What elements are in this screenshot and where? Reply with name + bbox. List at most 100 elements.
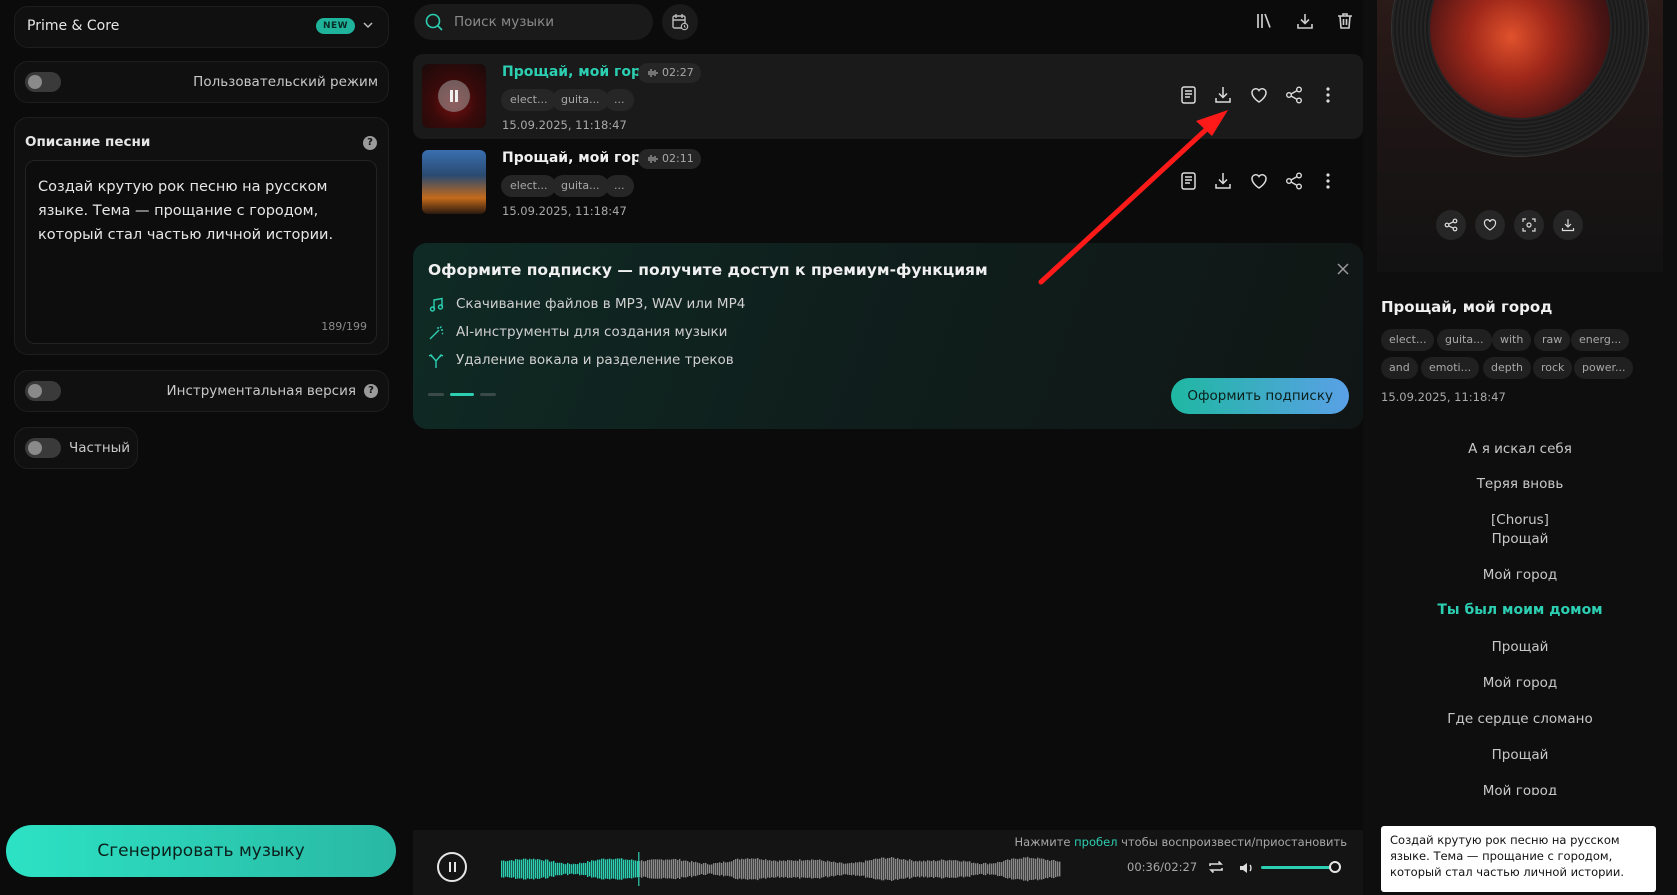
tag-chip[interactable]: elect... [501,89,557,111]
tag-chip[interactable]: emoti... [1421,357,1480,379]
chevron-down-icon[interactable] [362,19,374,31]
carousel-dot[interactable] [480,393,496,396]
waveform-bar [873,859,875,879]
lyric-line: Мой город [1482,567,1558,583]
tag-chip[interactable]: rock [1533,357,1573,379]
waveform-seekbar[interactable] [501,852,1101,886]
carousel-dot[interactable] [450,393,474,396]
waveform-bar [1009,860,1011,878]
waveform-bar [865,860,867,878]
carousel-dot[interactable] [428,393,444,396]
lyric-line: Прощай [1491,639,1549,655]
custom-mode-toggle[interactable] [25,72,61,92]
share-icon[interactable] [1436,210,1466,240]
waveform-bar [1059,861,1061,877]
waveform-bar [529,858,531,880]
waveform-bar [725,862,727,876]
more-icon[interactable] [1318,85,1338,105]
lyrics-icon[interactable] [1179,171,1199,191]
waveform-bar [681,861,683,878]
waveform-bar [569,863,571,874]
search-bar [414,4,653,40]
more-icon[interactable] [1318,171,1338,191]
date-filter-button[interactable] [662,4,698,40]
help-icon[interactable]: ? [363,136,377,150]
share-icon[interactable] [1284,85,1304,105]
volume-slider-knob[interactable] [1329,861,1341,873]
trash-icon[interactable] [1336,12,1354,30]
heart-icon[interactable] [1475,210,1505,240]
waveform-bar [525,858,527,880]
track-cover[interactable] [422,150,486,214]
share-icon[interactable] [1284,171,1304,191]
waveform-bar [897,858,899,880]
waveform-bar [735,859,737,879]
vinyl-disc [1392,0,1648,156]
calendar-icon [672,14,689,31]
close-icon[interactable] [1337,263,1349,275]
tag-chip[interactable]: elect... [501,175,557,197]
track-date: 15.09.2025, 11:18:47 [502,118,627,132]
download-icon[interactable] [1553,210,1583,240]
waveform-bar [795,860,797,878]
play-pause-button[interactable] [437,852,467,882]
track-item[interactable]: Прощай, мой город 02:11 elect... guita..… [413,140,1363,225]
waveform-bar [671,859,673,879]
waveform-bar [967,861,969,877]
model-selector[interactable]: Prime & Core NEW [14,6,389,48]
lyrics-panel: А я искал себя Теряя вновь [Chorus] Прощ… [1377,430,1663,795]
tag-chip[interactable]: with [1492,329,1532,351]
waveform-bar [651,859,653,879]
tag-chip[interactable]: and [1381,357,1418,379]
private-toggle[interactable] [25,438,61,458]
waveform-bar [901,859,903,879]
heart-icon[interactable] [1249,85,1269,105]
generate-music-button[interactable]: Сгенерировать музыку [6,825,396,877]
waveform-bar [691,860,693,878]
tag-chip[interactable]: elect... [1381,329,1435,351]
search-input[interactable] [454,12,644,32]
lyric-line: Прощай [1491,531,1549,547]
waveform-bar [563,863,565,875]
waveform-bar [739,859,741,879]
subscribe-button[interactable]: Оформить подписку [1171,378,1349,414]
waveform-bar [933,860,935,878]
description-text[interactable]: Создай крутую рок песню на русском языке… [38,175,358,247]
pause-icon[interactable] [438,80,470,112]
tag-chip[interactable]: guita... [552,175,609,197]
tag-chip[interactable]: guita... [552,89,609,111]
volume-slider[interactable] [1261,866,1335,869]
repeat-icon[interactable] [1207,858,1225,876]
lyrics-icon[interactable] [1179,85,1199,105]
library-icon[interactable] [1255,12,1273,30]
fullscreen-icon[interactable] [1514,210,1544,240]
tag-chip[interactable]: guita... [1437,329,1492,351]
tag-chip[interactable]: power... [1574,357,1634,379]
download-icon[interactable] [1296,12,1314,30]
waveform-bar [635,860,637,878]
volume-icon[interactable] [1238,859,1256,877]
waveform-icon [648,69,658,77]
tag-chip[interactable]: energ... [1571,329,1630,351]
waveform-bar [1037,857,1039,881]
playhead[interactable] [638,852,640,886]
description-textarea[interactable]: Создай крутую рок песню на русском языке… [25,160,377,344]
download-icon[interactable] [1213,171,1233,191]
tag-chip[interactable]: raw [1534,329,1571,351]
instrumental-toggle[interactable] [25,381,61,401]
track-item[interactable]: Прощай, мой город 02:27 elect... guita..… [413,54,1363,139]
waveform-bar [955,860,957,878]
tag-chip[interactable]: depth [1483,357,1532,379]
tag-more-chip[interactable]: ... [605,89,634,111]
help-icon[interactable]: ? [364,384,378,398]
description-title: Описание песни [25,134,151,150]
heart-icon[interactable] [1249,171,1269,191]
tag-more-chip[interactable]: ... [605,175,634,197]
waveform-bar [881,857,883,881]
waveform-bar [983,863,985,875]
download-icon[interactable] [1213,85,1233,105]
track-cover[interactable] [422,64,486,128]
waveform-bar [509,860,511,878]
private-row: Частный [14,427,138,469]
waveform-bar [1025,857,1027,881]
